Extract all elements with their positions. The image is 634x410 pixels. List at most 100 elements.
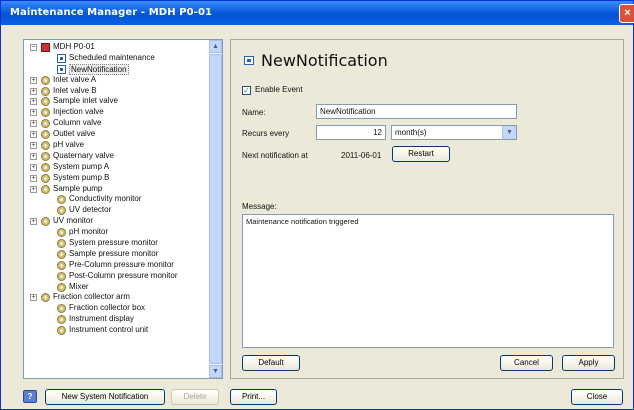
title-bar[interactable]: Maintenance Manager - MDH P0-01 ×: [1, 1, 634, 25]
expand-icon[interactable]: +: [30, 174, 37, 182]
tree-item-label: Scheduled maintenance: [69, 52, 155, 62]
expand-icon[interactable]: +: [30, 98, 37, 106]
tree-item[interactable]: pH monitor: [24, 227, 210, 238]
name-field[interactable]: NewNotification: [316, 104, 517, 119]
delete-button[interactable]: Delete: [171, 389, 219, 405]
tree-item-label: Conductivity monitor: [69, 194, 142, 204]
enable-event-label: Enable Event: [255, 85, 303, 94]
gear-icon: [41, 130, 50, 140]
expand-icon[interactable]: +: [30, 87, 37, 95]
collapse-icon[interactable]: −: [30, 44, 37, 51]
tree-item-label: Sample inlet valve: [53, 96, 118, 106]
gear-icon: [57, 249, 66, 259]
chevron-down-icon[interactable]: ▼: [502, 126, 516, 139]
notification-icon: [57, 64, 66, 74]
maintenance-manager-window: Maintenance Manager - MDH P0-01 × − MDH P…: [0, 0, 634, 410]
cancel-button[interactable]: Cancel: [500, 355, 553, 371]
expand-icon[interactable]: +: [30, 185, 37, 193]
scroll-down-arrow[interactable]: ▼: [209, 365, 222, 378]
apply-button[interactable]: Apply: [562, 355, 615, 371]
root-icon: [41, 43, 50, 52]
expand-icon[interactable]: +: [30, 163, 37, 171]
tree-item-label: Fraction collector arm: [53, 292, 130, 302]
tree-item[interactable]: + Inlet valve A: [24, 75, 210, 86]
help-icon[interactable]: ?: [23, 390, 37, 403]
expand-icon[interactable]: +: [30, 294, 37, 302]
tree-item-label: UV monitor: [53, 216, 94, 226]
gear-icon: [57, 260, 66, 270]
tree-item[interactable]: Sample pressure monitor: [24, 249, 210, 260]
tree-item[interactable]: + Sample inlet valve: [24, 96, 210, 107]
tree-item[interactable]: + Column valve: [24, 118, 210, 129]
tree-item[interactable]: + Outlet valve: [24, 129, 210, 140]
gear-icon: [41, 184, 50, 194]
expand-icon[interactable]: +: [30, 142, 37, 150]
tree-item-label: Quaternary valve: [53, 150, 114, 160]
tree-item-label: pH valve: [53, 140, 85, 150]
tree-item[interactable]: Conductivity monitor: [24, 194, 210, 205]
tree-item-label: Mixer: [69, 281, 89, 291]
tree-item[interactable]: + Sample pump: [24, 184, 210, 195]
window-title: Maintenance Manager - MDH P0-01: [10, 7, 213, 18]
tree-item[interactable]: + System pump B: [24, 173, 210, 184]
tree-item[interactable]: Pre-Column pressure monitor: [24, 260, 210, 271]
tree-item[interactable]: NewNotification: [24, 63, 210, 75]
window-close-button[interactable]: ×: [619, 4, 634, 23]
new-system-notification-button[interactable]: New System Notification: [45, 389, 165, 405]
tree-item[interactable]: + Fraction collector arm: [24, 292, 210, 303]
tree-item[interactable]: Instrument control unit: [24, 325, 210, 336]
notification-icon: [57, 53, 66, 63]
expand-icon[interactable]: +: [30, 218, 37, 226]
scroll-thumb[interactable]: [209, 54, 222, 364]
tree-item[interactable]: + pH valve: [24, 140, 210, 151]
gear-icon: [57, 271, 66, 281]
tree-item[interactable]: + Quaternary valve: [24, 151, 210, 162]
expand-icon[interactable]: +: [30, 109, 37, 117]
gear-icon: [57, 304, 66, 314]
tree-item[interactable]: + UV monitor: [24, 216, 210, 227]
close-button[interactable]: Close: [571, 389, 623, 405]
gear-icon: [41, 151, 50, 161]
notification-detail-panel: NewNotification ✓ Enable Event Name: New…: [230, 39, 624, 379]
tree-item-label: System pressure monitor: [69, 238, 158, 248]
expand-icon[interactable]: +: [30, 76, 37, 84]
tree-item[interactable]: Scheduled maintenance: [24, 53, 210, 64]
tree-item[interactable]: + System pump A: [24, 162, 210, 173]
print-button[interactable]: Print...: [230, 389, 277, 405]
tree-item-label: MDH P0-01: [53, 42, 95, 51]
tree-item[interactable]: UV detector: [24, 205, 210, 216]
tree-item[interactable]: + Inlet valve B: [24, 86, 210, 97]
gear-icon: [57, 239, 66, 249]
enable-event-checkbox[interactable]: ✓: [242, 86, 251, 95]
gear-icon: [41, 217, 50, 227]
tree-item-label: Outlet valve: [53, 129, 96, 139]
tree-item-label: UV detector: [69, 205, 112, 215]
scroll-up-arrow[interactable]: ▲: [209, 40, 222, 53]
gear-icon: [41, 97, 50, 107]
tree-item[interactable]: + Injection valve: [24, 107, 210, 118]
gear-icon: [41, 86, 50, 96]
tree-item[interactable]: Mixer: [24, 282, 210, 293]
tree-item[interactable]: Fraction collector box: [24, 303, 210, 314]
restart-button[interactable]: Restart: [392, 146, 450, 162]
default-button[interactable]: Default: [242, 355, 300, 371]
tree-item-label: Instrument display: [69, 314, 134, 324]
tree-item[interactable]: − MDH P0-01: [24, 42, 210, 53]
message-textarea[interactable]: Maintenance notification triggered: [242, 214, 614, 348]
name-label: Name:: [242, 108, 266, 117]
gear-icon: [41, 173, 50, 183]
tree-item[interactable]: System pressure monitor: [24, 238, 210, 249]
recurs-interval-field[interactable]: 12: [316, 125, 386, 140]
expand-icon[interactable]: +: [30, 152, 37, 160]
recurs-unit-select[interactable]: month(s) ▼: [391, 125, 517, 140]
expand-icon[interactable]: +: [30, 120, 37, 128]
next-notification-label: Next notification at: [242, 151, 308, 160]
expand-icon[interactable]: +: [30, 131, 37, 139]
tree-item[interactable]: Post-Column pressure monitor: [24, 271, 210, 282]
tree-item[interactable]: Instrument display: [24, 314, 210, 325]
gear-icon: [41, 119, 50, 129]
component-tree[interactable]: − MDH P0-01 Scheduled maintenance NewNotifi…: [23, 39, 223, 379]
notification-title: NewNotification: [261, 51, 388, 70]
tree-scrollbar[interactable]: ▲ ▼: [209, 40, 222, 378]
gear-icon: [57, 206, 66, 216]
